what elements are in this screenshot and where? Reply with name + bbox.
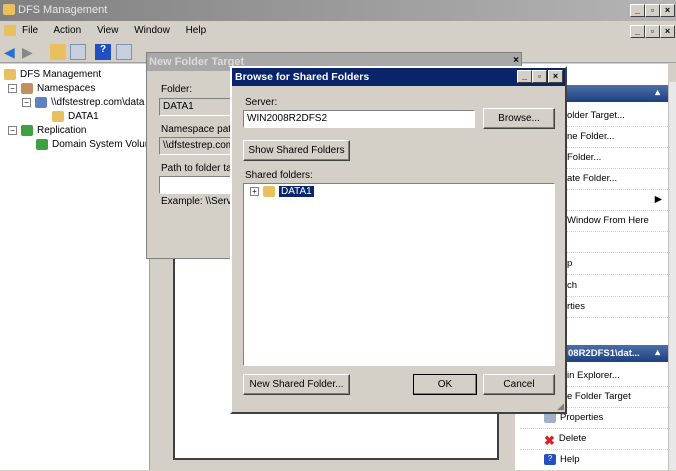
shared-folders-list[interactable]: + DATA1 (243, 183, 555, 366)
close-button[interactable]: × (660, 4, 675, 17)
forward-icon[interactable]: ▶ (22, 44, 38, 60)
window-title: DFS Management (18, 4, 108, 16)
folder-label: Folder: (161, 84, 193, 95)
tree-item-namespace[interactable]: − \\dfstestrep.com\data (22, 97, 144, 108)
menu-window[interactable]: Window (134, 25, 170, 36)
collapse-icon[interactable]: − (8, 84, 17, 93)
browse-button[interactable]: Browse... (483, 108, 555, 129)
main-title-bar: DFS Management (0, 0, 676, 21)
help-icon[interactable]: ? (95, 44, 111, 60)
mdi-restore-button[interactable]: ▫ (645, 25, 660, 38)
menu-view[interactable]: View (97, 25, 119, 36)
mdi-minimize-button[interactable]: _ (630, 25, 645, 38)
server-label: Server: (245, 97, 278, 108)
minimize-button[interactable]: _ (630, 4, 645, 17)
console-tree: DFS Management − Namespaces − \\dfstestrep… (0, 64, 159, 470)
namespace-path-field: \\dfstestrep.com\ (159, 137, 239, 155)
browse-shared-folders-dialog: Browse for Shared Folders _ ▫ × Server: … (230, 66, 567, 414)
mdi-close-button[interactable]: × (660, 25, 675, 38)
namespace-path-label: Namespace path: (161, 124, 240, 135)
app-icon (3, 4, 15, 15)
submenu-arrow-icon: ▶ (654, 194, 662, 205)
dfs-icon (4, 69, 16, 80)
close-button[interactable]: × (548, 70, 563, 83)
cancel-button[interactable]: Cancel (483, 374, 555, 395)
replication-icon (21, 125, 33, 136)
namespace-icon (35, 97, 47, 108)
expand-icon[interactable]: + (250, 187, 259, 196)
show-hide-tree-icon[interactable] (70, 44, 86, 60)
up-folder-icon[interactable] (50, 44, 66, 60)
show-shared-folders-button[interactable]: Show Shared Folders (243, 140, 350, 161)
resize-grip-icon[interactable]: ◢ (557, 401, 564, 412)
new-shared-folder-button[interactable]: New Shared Folder... (243, 374, 350, 395)
action-pane-icon[interactable] (116, 44, 132, 60)
back-icon[interactable]: ◀ (4, 44, 20, 60)
collapse-icon[interactable]: − (22, 98, 31, 107)
action-item-delete[interactable]: ✖ Delete (520, 429, 670, 450)
example-text: Example: \\Server (161, 196, 241, 207)
action-item-help[interactable]: ? Help (520, 450, 670, 471)
collapse-up-icon[interactable]: ▴ (655, 347, 660, 358)
collapse-icon[interactable]: − (8, 126, 17, 135)
tree-item-domain-system-volume[interactable]: Domain System Volume (36, 139, 159, 150)
shared-folders-label: Shared folders: (245, 170, 313, 181)
menu-help[interactable]: Help (186, 25, 207, 36)
close-icon[interactable]: × (513, 55, 519, 66)
menu-bar: File Action View Window Help (0, 21, 676, 41)
server-input[interactable]: WIN2008R2DFS2 (243, 110, 475, 128)
tree-item-dfs-management[interactable]: DFS Management (4, 69, 101, 80)
list-item[interactable]: + DATA1 (250, 186, 314, 198)
tree-item-data1[interactable]: DATA1 (52, 111, 99, 122)
menu-action[interactable]: Action (53, 25, 81, 36)
delete-icon: ✖ (544, 433, 555, 448)
folder-icon (52, 111, 64, 122)
maximize-button[interactable]: ▫ (645, 4, 660, 17)
dialog-title: Browse for Shared Folders (232, 68, 565, 86)
minimize-button[interactable]: _ (517, 70, 532, 83)
shared-folder-icon (263, 186, 275, 197)
ok-button[interactable]: OK (413, 374, 477, 395)
namespaces-icon (21, 83, 33, 94)
mmc-icon (4, 25, 16, 36)
maximize-button[interactable]: ▫ (532, 70, 547, 83)
help-icon: ? (544, 454, 556, 465)
path-to-folder-target-input[interactable] (159, 176, 239, 194)
folder-field: DATA1 (159, 98, 239, 116)
tree-item-replication[interactable]: − Replication (8, 125, 86, 136)
tree-item-namespaces[interactable]: − Namespaces (8, 83, 95, 94)
replication-group-icon (36, 139, 48, 150)
collapse-up-icon[interactable]: ▴ (655, 87, 660, 98)
menu-file[interactable]: File (22, 25, 38, 36)
